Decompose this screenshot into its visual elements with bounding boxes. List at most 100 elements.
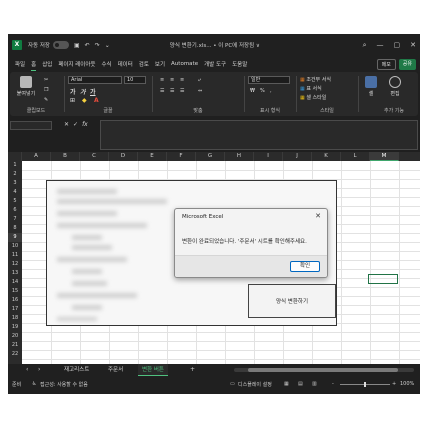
percent-icon[interactable]: % <box>260 88 265 94</box>
row-header-13[interactable]: 13 <box>8 269 22 278</box>
minimize-button[interactable]: — <box>377 41 384 49</box>
zoom-in-button[interactable]: + <box>392 381 396 387</box>
save-icon[interactable]: ▣ <box>74 42 80 49</box>
editing-button[interactable]: 편집 <box>384 76 406 97</box>
tab-data[interactable]: 데이터 <box>118 60 133 68</box>
row-header-20[interactable]: 20 <box>8 332 22 341</box>
row-header-16[interactable]: 16 <box>8 296 22 305</box>
autosave-toggle[interactable] <box>53 41 69 49</box>
horizontal-scrollbar[interactable] <box>234 368 414 372</box>
row-header-4[interactable]: 4 <box>8 188 22 197</box>
formula-input[interactable] <box>100 120 418 150</box>
row-header-3[interactable]: 3 <box>8 179 22 188</box>
row-header-17[interactable]: 17 <box>8 305 22 314</box>
accessibility-status[interactable]: 접근성: 사용할 수 없음 <box>40 381 88 388</box>
row-header-19[interactable]: 19 <box>8 323 22 332</box>
row-header-12[interactable]: 12 <box>8 260 22 269</box>
tab-automate[interactable]: Automate <box>171 61 198 67</box>
column-header-g[interactable]: G <box>196 152 225 161</box>
format-as-table-button[interactable]: ▦ 표 서식 <box>300 85 322 92</box>
column-header-l[interactable]: L <box>341 152 370 161</box>
conditional-format-button[interactable]: ▦ 조건부 서식 <box>300 76 331 83</box>
column-header-a[interactable]: A <box>22 152 51 161</box>
page-break-view-icon[interactable]: ▥ <box>312 381 317 387</box>
row-header-5[interactable]: 5 <box>8 197 22 206</box>
column-header-d[interactable]: D <box>109 152 138 161</box>
tab-file[interactable]: 파일 <box>15 60 25 68</box>
maximize-button[interactable]: ▢ <box>394 41 401 49</box>
tab-formulas[interactable]: 수식 <box>101 60 111 68</box>
normal-view-icon[interactable]: ▦ <box>284 381 289 387</box>
number-format-select[interactable]: 일반 <box>248 76 290 84</box>
page-layout-view-icon[interactable]: ▤ <box>298 381 303 387</box>
convert-form-button[interactable]: 양식 변환하기 <box>248 284 336 318</box>
insert-function-button[interactable]: fx <box>82 121 88 128</box>
zoom-slider-handle[interactable] <box>364 382 366 387</box>
close-window-button[interactable]: ✕ <box>410 41 416 49</box>
zoom-level[interactable]: 100% <box>400 381 414 387</box>
column-header-f[interactable]: F <box>167 152 196 161</box>
align-left-icon[interactable]: ☰ <box>160 88 164 94</box>
align-bottom-icon[interactable]: ≡ <box>180 77 184 83</box>
bold-icon[interactable]: 가 <box>70 87 76 96</box>
sheet-tab-order[interactable]: 주문서 <box>108 364 123 376</box>
row-header-14[interactable]: 14 <box>8 278 22 287</box>
tab-page-layout[interactable]: 페이지 레이아웃 <box>58 60 95 68</box>
row-header-9[interactable]: 9 <box>8 233 22 242</box>
underline-icon[interactable]: 가 <box>90 87 96 96</box>
comma-icon[interactable]: , <box>270 88 272 94</box>
tab-review[interactable]: 검토 <box>139 60 149 68</box>
tab-insert[interactable]: 삽입 <box>42 60 52 68</box>
name-box[interactable] <box>10 121 52 130</box>
sheet-next-icon[interactable]: › <box>38 366 40 373</box>
align-middle-icon[interactable]: ≡ <box>170 77 174 83</box>
merge-center-icon[interactable]: ⇔ <box>198 88 202 94</box>
font-name-select[interactable]: Arial <box>68 76 122 84</box>
column-header-c[interactable]: C <box>80 152 109 161</box>
dialog-ok-button[interactable]: 확인 <box>290 261 320 272</box>
memo-button[interactable]: 메모 <box>376 59 396 70</box>
font-size-select[interactable]: 10 <box>124 76 146 84</box>
align-right-icon[interactable]: ☰ <box>180 88 184 94</box>
tab-home[interactable]: 홈 <box>31 60 37 71</box>
cancel-icon[interactable]: ✕ <box>64 121 69 128</box>
paste-button[interactable]: 붙여넣기 <box>14 76 38 97</box>
border-icon[interactable]: ⊞ <box>70 97 75 104</box>
row-header-7[interactable]: 7 <box>8 215 22 224</box>
column-header-j[interactable]: J <box>283 152 312 161</box>
display-settings-button[interactable]: 디스플레이 설정 <box>238 381 272 388</box>
select-all-corner[interactable] <box>8 152 22 161</box>
row-header-2[interactable]: 2 <box>8 170 22 179</box>
share-button[interactable]: 공유 <box>398 59 416 70</box>
row-header-15[interactable]: 15 <box>8 287 22 296</box>
redo-icon[interactable]: ↷ <box>95 42 100 49</box>
font-color-icon[interactable]: A <box>94 97 99 104</box>
sheet-tab-convert[interactable]: 변환 버튼 <box>138 364 168 376</box>
tab-help[interactable]: 도움말 <box>232 60 247 68</box>
italic-icon[interactable]: 가 <box>80 87 86 96</box>
row-header-11[interactable]: 11 <box>8 251 22 260</box>
column-header-m[interactable]: M <box>370 152 399 161</box>
search-icon[interactable]: ⌕ <box>363 41 367 50</box>
zoom-out-button[interactable]: - <box>332 381 334 387</box>
enter-icon[interactable]: ✓ <box>73 121 78 128</box>
column-header-b[interactable]: B <box>51 152 80 161</box>
tab-view[interactable]: 보기 <box>155 60 165 68</box>
undo-icon[interactable]: ↶ <box>85 42 90 49</box>
align-top-icon[interactable]: ≡ <box>160 77 164 83</box>
dialog-close-button[interactable]: ✕ <box>315 212 321 220</box>
wrap-text-icon[interactable]: ⤶ <box>198 77 201 83</box>
copy-icon[interactable]: ❐ <box>44 87 48 93</box>
row-header-6[interactable]: 6 <box>8 206 22 215</box>
row-header-22[interactable]: 22 <box>8 350 22 359</box>
column-header-i[interactable]: I <box>254 152 283 161</box>
row-header-21[interactable]: 21 <box>8 341 22 350</box>
customize-toolbar-icon[interactable]: ⌄ <box>105 42 110 49</box>
row-header-8[interactable]: 8 <box>8 224 22 233</box>
currency-icon[interactable]: ₩ <box>250 88 255 94</box>
row-header-1[interactable]: 1 <box>8 161 22 170</box>
fill-color-icon[interactable]: ◆ <box>82 97 87 104</box>
sheet-prev-icon[interactable]: ‹ <box>26 366 28 373</box>
align-center-icon[interactable]: ☰ <box>170 88 174 94</box>
add-sheet-button[interactable]: + <box>190 366 195 373</box>
